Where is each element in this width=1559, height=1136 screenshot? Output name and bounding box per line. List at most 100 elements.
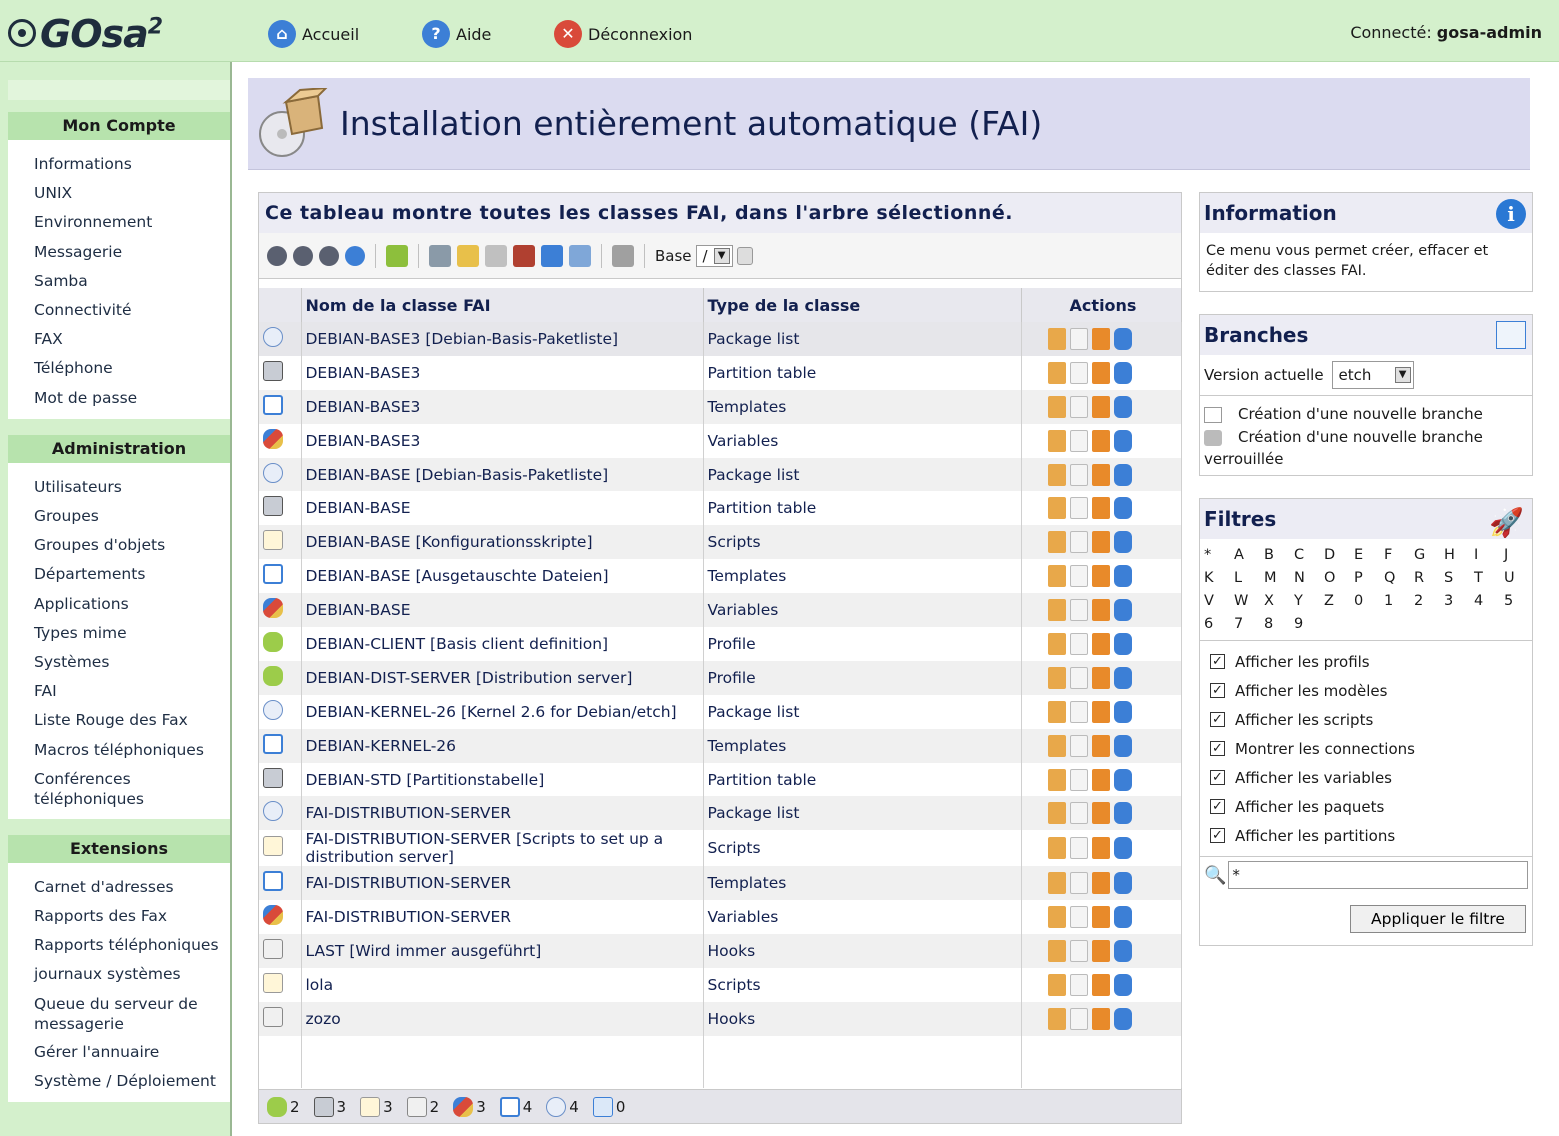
class-name[interactable]: DEBIAN-BASE3 [301,389,704,424]
table-row[interactable]: DEBIAN-BASE Partition table [259,491,1182,526]
edit-icon[interactable] [1091,734,1110,757]
sidebar-item[interactable]: Groupes d'objets [34,531,230,560]
cut-icon[interactable] [1047,599,1066,622]
class-name[interactable]: FAI-DISTRIBUTION-SERVER [301,796,704,831]
class-name[interactable]: LAST [Wird immer ausgeführt] [301,934,704,969]
class-name[interactable]: DEBIAN-BASE3 [Debian-Basis-Paketliste] [301,322,704,356]
table-row[interactable]: FAI-DISTRIBUTION-SERVER [Scripts to set … [259,830,1182,867]
table-row[interactable]: DEBIAN-DIST-SERVER [Distribution server]… [259,660,1182,695]
cut-icon[interactable] [1047,632,1066,655]
delete-icon[interactable] [1113,973,1132,996]
filter-checkbox-row[interactable]: ✓ Afficher les modèles [1200,676,1532,705]
letter-filter-link[interactable]: M [1264,570,1294,586]
help-link[interactable]: ? Aide [422,20,491,48]
letter-filter-link[interactable]: N [1294,570,1324,586]
edit-icon[interactable] [1091,463,1110,486]
letter-filter-link[interactable]: R [1414,570,1444,586]
submit-base-icon[interactable] [736,246,753,265]
checkbox-checked[interactable]: ✓ [1210,770,1225,785]
delete-icon[interactable] [1113,395,1132,418]
edit-icon[interactable] [1091,666,1110,689]
class-name[interactable]: DEBIAN-BASE3 [301,355,704,390]
sidebar-item[interactable]: Macros téléphoniques [34,736,230,765]
search-input[interactable]: * [1228,861,1528,889]
edit-icon[interactable] [1091,837,1110,860]
copy-icon[interactable] [1069,429,1088,452]
new-hook-icon[interactable] [485,244,507,267]
delete-icon[interactable] [1113,1007,1132,1030]
class-name[interactable]: DEBIAN-CLIENT [Basis client definition] [301,627,704,661]
cut-icon[interactable] [1047,361,1066,384]
letter-filter-link[interactable]: S [1444,570,1474,586]
copy-icon[interactable] [1069,666,1088,689]
cut-icon[interactable] [1047,1007,1066,1030]
copy-icon[interactable] [1069,802,1088,825]
class-name[interactable]: DEBIAN-KERNEL-26 [301,728,704,763]
letter-filter-link[interactable]: W [1234,593,1264,609]
sidebar-item[interactable]: Gérer l'annuaire [34,1038,230,1067]
sidebar-item[interactable]: Applications [34,590,230,619]
cut-icon[interactable] [1047,463,1066,486]
table-row[interactable]: DEBIAN-STD [Partitionstabelle] Partition … [259,762,1182,797]
checkbox-checked[interactable]: ✓ [1210,741,1225,756]
class-name[interactable]: DEBIAN-BASE [Debian-Basis-Paketliste] [301,457,704,492]
table-row[interactable]: DEBIAN-KERNEL-26 Templates [259,728,1182,763]
new-script-icon[interactable] [457,244,479,267]
edit-icon[interactable] [1091,497,1110,520]
letter-filter-link[interactable]: 4 [1474,593,1504,609]
home-link[interactable]: ⌂ Accueil [268,20,359,48]
delete-icon[interactable] [1113,872,1132,895]
cut-icon[interactable] [1047,940,1066,963]
copy-icon[interactable] [1069,872,1088,895]
letter-filter-link[interactable]: * [1204,547,1234,563]
cut-icon[interactable] [1047,531,1066,554]
edit-icon[interactable] [1091,429,1110,452]
new-package-icon[interactable] [569,244,591,267]
sidebar-item[interactable]: Groupes [34,502,230,531]
delete-icon[interactable] [1113,632,1132,655]
class-name[interactable]: zozo [301,1001,704,1036]
letter-filter-link[interactable]: U [1504,570,1534,586]
edit-icon[interactable] [1091,632,1110,655]
copy-icon[interactable] [1069,327,1088,350]
table-row[interactable]: FAI-DISTRIBUTION-SERVER Package list [259,796,1182,831]
sidebar-item[interactable]: UNIX [34,179,230,208]
filter-checkbox-row[interactable]: ✓ Afficher les profils [1200,647,1532,676]
column-header-type[interactable]: Type de la classe [703,288,1022,322]
copy-icon[interactable] [1069,565,1088,588]
reload-icon[interactable] [345,245,365,266]
edit-icon[interactable] [1091,872,1110,895]
sidebar-item[interactable]: Liste Rouge des Fax [34,706,230,735]
edit-icon[interactable] [1091,700,1110,723]
sidebar-item[interactable]: Rapports des Fax [34,902,230,931]
filter-checkbox-row[interactable]: ✓ Montrer les connections [1200,734,1532,763]
sidebar-item[interactable]: Téléphone [34,354,230,383]
cut-icon[interactable] [1047,906,1066,929]
sidebar-item[interactable]: Carnet d'adresses [34,873,230,902]
class-name[interactable]: DEBIAN-BASE [301,593,704,628]
gosa-logo[interactable]: GOsa2 [8,12,163,56]
edit-icon[interactable] [1091,906,1110,929]
letter-filter-link[interactable]: Z [1324,593,1354,609]
letter-filter-link[interactable]: D [1324,547,1354,563]
copy-icon[interactable] [1069,1007,1088,1030]
checkbox-checked[interactable]: ✓ [1210,828,1225,843]
copy-icon[interactable] [1069,973,1088,996]
letter-filter-link[interactable]: 2 [1414,593,1444,609]
copy-icon[interactable] [1069,599,1088,622]
letter-filter-link[interactable]: 1 [1384,593,1414,609]
go-root-icon[interactable] [267,245,287,266]
edit-icon[interactable] [1091,565,1110,588]
logout-link[interactable]: ✕ Déconnexion [554,20,692,48]
sidebar-item[interactable]: Types mime [34,619,230,648]
cut-icon[interactable] [1047,327,1066,350]
edit-icon[interactable] [1091,1007,1110,1030]
checkbox-checked[interactable]: ✓ [1210,712,1225,727]
copy-icon[interactable] [1069,497,1088,520]
delete-icon[interactable] [1113,666,1132,689]
table-row[interactable]: DEBIAN-BASE3 Variables [259,423,1182,458]
sidebar-item[interactable]: Utilisateurs [34,473,230,502]
edit-icon[interactable] [1091,531,1110,554]
table-row[interactable]: FAI-DISTRIBUTION-SERVER Templates [259,866,1182,901]
cut-icon[interactable] [1047,734,1066,757]
